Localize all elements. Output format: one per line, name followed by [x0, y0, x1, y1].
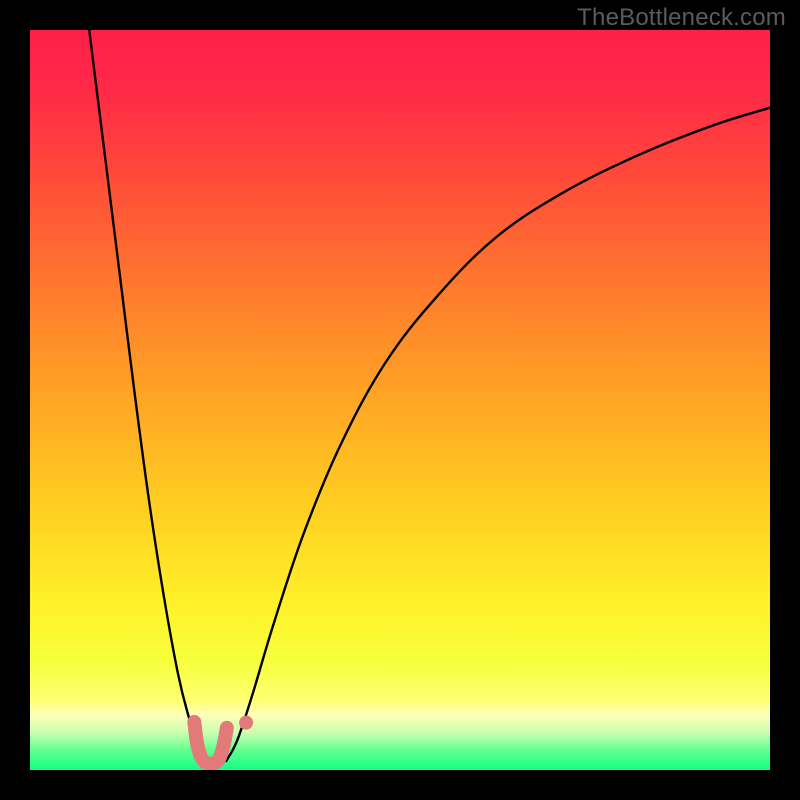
highlight-dot: [239, 716, 253, 730]
curve-right-branch: [226, 108, 770, 761]
curve-layer: [30, 30, 770, 770]
plot-area: [30, 30, 770, 770]
highlight-valley: [194, 722, 227, 764]
watermark-text: TheBottleneck.com: [577, 4, 786, 32]
chart-frame: TheBottleneck.com: [0, 0, 800, 800]
curve-left-branch: [89, 30, 206, 761]
